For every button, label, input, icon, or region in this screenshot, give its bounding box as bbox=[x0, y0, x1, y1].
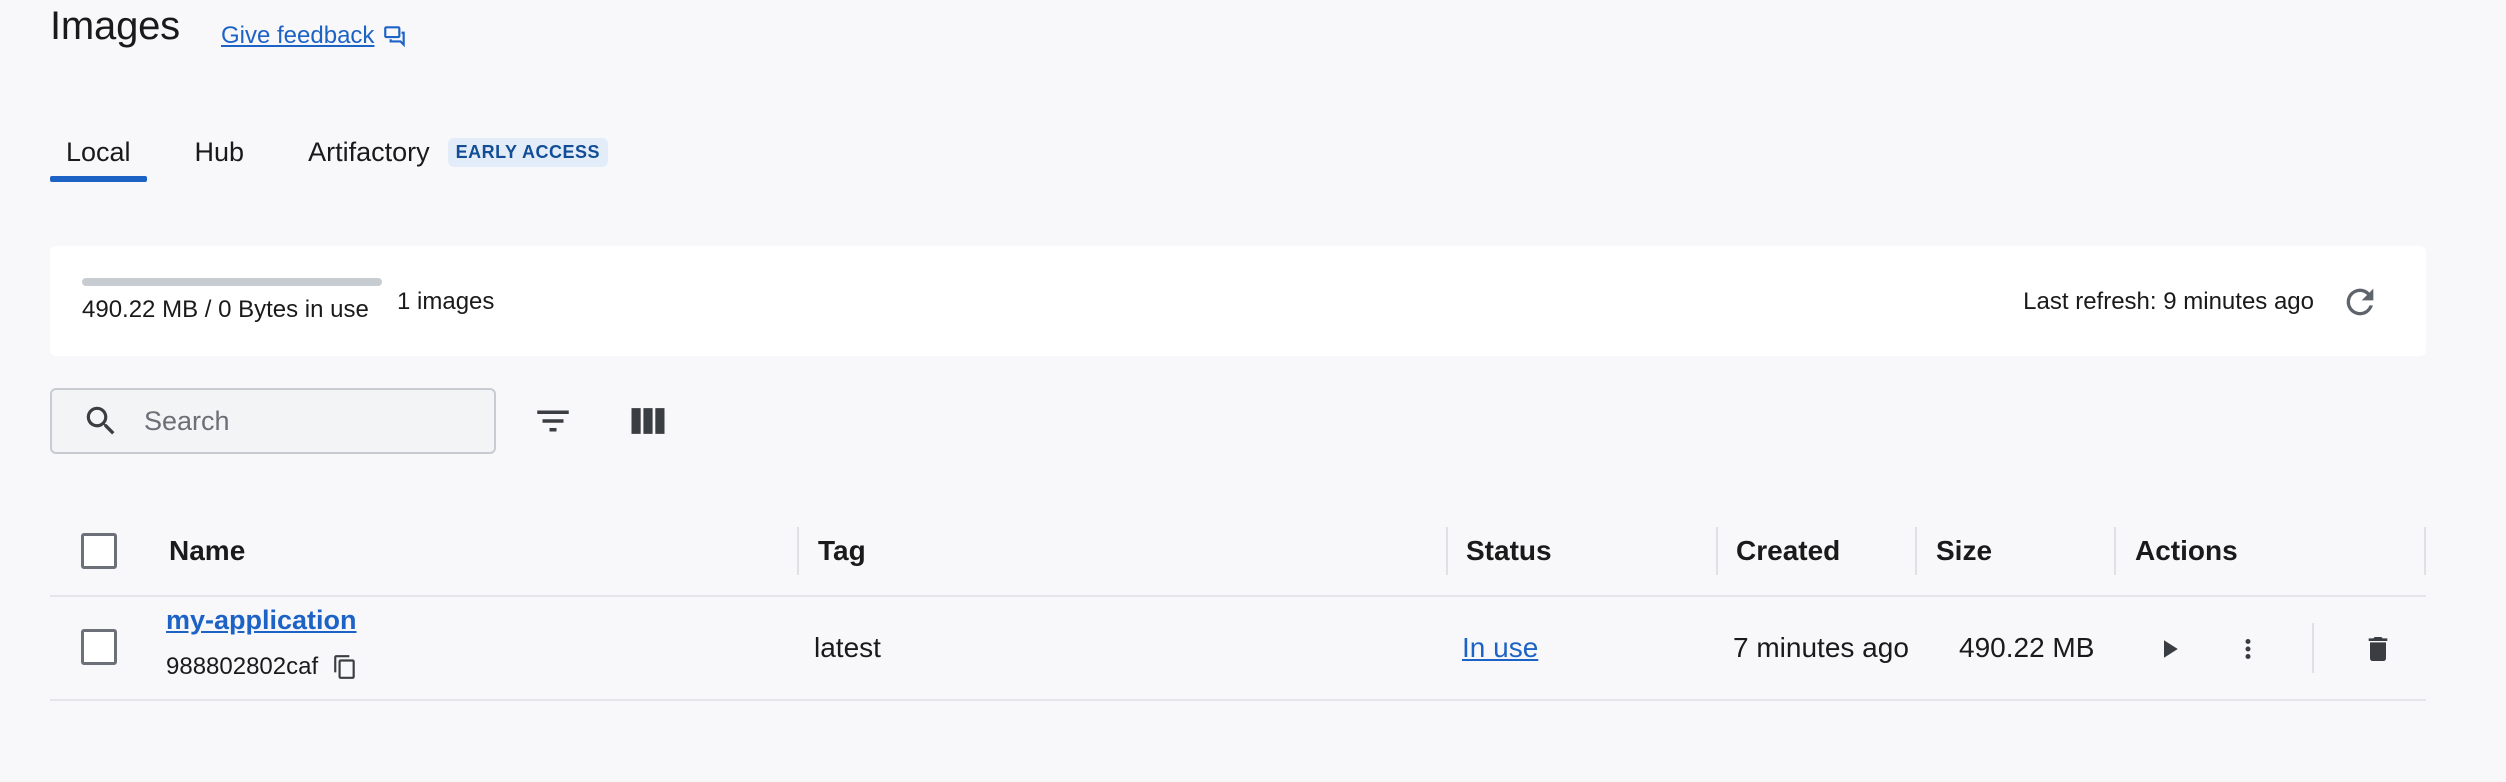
tab-artifactory[interactable]: Artifactory EARLY ACCESS bbox=[292, 137, 624, 182]
tab-local-label: Local bbox=[66, 137, 131, 167]
images-count: 1 images bbox=[397, 288, 495, 315]
column-header-status[interactable]: Status bbox=[1466, 505, 1552, 597]
give-feedback-link[interactable]: Give feedback bbox=[221, 22, 408, 50]
refresh-button[interactable] bbox=[2340, 282, 2380, 322]
select-all-checkbox[interactable] bbox=[81, 533, 117, 569]
run-button[interactable] bbox=[2147, 627, 2191, 671]
image-id: 988802802caf bbox=[166, 653, 358, 681]
disk-usage-text: 490.22 MB / 0 Bytes in use bbox=[82, 296, 369, 323]
more-vert-icon bbox=[2245, 639, 2251, 659]
delete-button[interactable] bbox=[2356, 627, 2400, 671]
table-row[interactable]: my-application 988802802caf latest In us… bbox=[50, 597, 2426, 701]
refresh-icon bbox=[2346, 288, 2374, 316]
early-access-badge: EARLY ACCESS bbox=[447, 138, 608, 167]
image-created: 7 minutes ago bbox=[1733, 632, 1909, 663]
tab-bar: Local Hub Artifactory EARLY ACCESS bbox=[50, 128, 624, 182]
image-size: 490.22 MB bbox=[1959, 632, 2095, 663]
column-divider bbox=[2114, 527, 2116, 575]
disk-usage-summary: 490.22 MB / 0 Bytes in use 1 images Last… bbox=[50, 246, 2426, 356]
tab-hub-label: Hub bbox=[194, 137, 245, 167]
play-icon bbox=[2164, 640, 2178, 658]
column-divider bbox=[797, 527, 799, 575]
tab-artifactory-label: Artifactory bbox=[308, 137, 430, 167]
image-tag: latest bbox=[814, 632, 881, 663]
more-actions-button[interactable] bbox=[2226, 627, 2270, 671]
image-id-text: 988802802caf bbox=[166, 653, 319, 680]
row-checkbox[interactable] bbox=[81, 629, 117, 665]
images-table: Name Tag Status Created Size Actions my-… bbox=[50, 505, 2426, 701]
page-title: Images bbox=[50, 4, 180, 48]
column-header-name[interactable]: Name bbox=[169, 505, 245, 597]
column-header-tag[interactable]: Tag bbox=[818, 505, 866, 597]
filter-button[interactable] bbox=[529, 397, 577, 445]
columns-icon bbox=[631, 408, 665, 434]
columns-button[interactable] bbox=[624, 397, 672, 445]
last-refresh-text: Last refresh: 9 minutes ago bbox=[2023, 288, 2314, 315]
column-header-created[interactable]: Created bbox=[1736, 505, 1840, 597]
search-field[interactable] bbox=[50, 388, 496, 454]
give-feedback-label: Give feedback bbox=[221, 22, 375, 49]
column-header-actions: Actions bbox=[2135, 535, 2238, 566]
column-divider bbox=[1446, 527, 1448, 575]
column-divider bbox=[1716, 527, 1718, 575]
filter-icon bbox=[537, 410, 569, 432]
chat-bubbles-icon bbox=[384, 26, 406, 48]
search-icon bbox=[86, 406, 115, 435]
tab-local[interactable]: Local bbox=[50, 137, 147, 182]
image-name-link[interactable]: my-application bbox=[166, 605, 357, 636]
tab-hub[interactable]: Hub bbox=[179, 137, 261, 182]
column-divider bbox=[2424, 527, 2426, 575]
trash-icon bbox=[2368, 637, 2388, 661]
table-header: Name Tag Status Created Size Actions bbox=[50, 505, 2426, 597]
actions-divider bbox=[2312, 623, 2314, 673]
search-input[interactable] bbox=[144, 405, 444, 437]
disk-usage-bar bbox=[82, 278, 382, 286]
column-header-size[interactable]: Size bbox=[1936, 505, 1992, 597]
image-status-link[interactable]: In use bbox=[1462, 632, 1538, 664]
copy-icon[interactable] bbox=[332, 654, 358, 680]
column-divider bbox=[1915, 527, 1917, 575]
